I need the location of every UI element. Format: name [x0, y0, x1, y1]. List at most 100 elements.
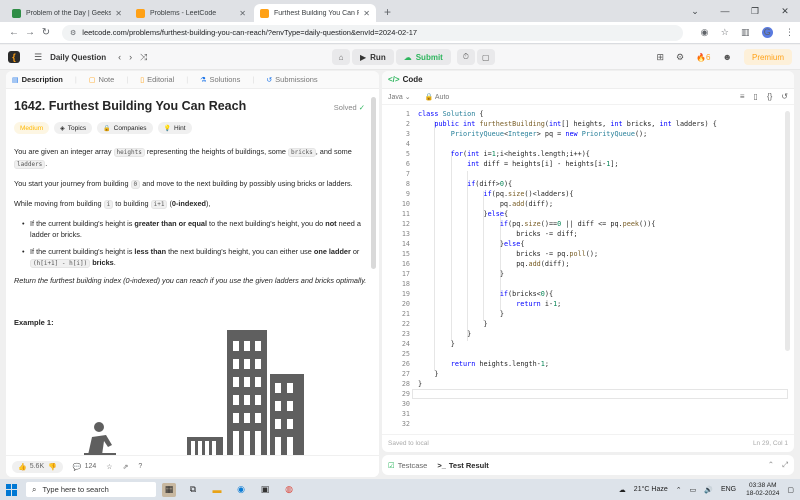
url-input[interactable]: ⚙ leetcode.com/problems/furthest-buildin…: [62, 24, 683, 41]
daily-question-link[interactable]: Daily Question: [50, 53, 106, 62]
problem-list-icon[interactable]: ☰: [34, 52, 42, 63]
code-line[interactable]: }else{: [418, 210, 508, 218]
tab-description[interactable]: ▤ Description: [12, 75, 63, 84]
code-line[interactable]: for(int i=1;i<heights.length;i++){: [418, 150, 590, 158]
close-icon[interactable]: ✕: [770, 6, 800, 17]
edge-icon[interactable]: ◉: [234, 483, 248, 497]
code-line[interactable]: if(diff>0){: [418, 180, 512, 188]
taskbar-search-input[interactable]: ⌕ Type here to search: [26, 482, 156, 497]
minimize-icon[interactable]: —: [710, 6, 740, 16]
debug-icon[interactable]: ⌂: [332, 49, 350, 65]
premium-button[interactable]: Premium: [743, 49, 792, 65]
news-widget-icon[interactable]: ▦: [162, 482, 176, 497]
share-icon[interactable]: ⇗: [123, 463, 129, 471]
layout-grid-icon[interactable]: ⊞: [656, 52, 664, 63]
editor-scrollbar[interactable]: [785, 111, 790, 351]
description-scrollbar[interactable]: [371, 97, 376, 269]
close-icon[interactable]: ✕: [239, 9, 246, 18]
topics-tag[interactable]: ◈ Topics: [54, 122, 93, 134]
new-tab-plus-icon[interactable]: +: [384, 5, 391, 19]
browser-tab-problems[interactable]: Problems - LeetCode ✕: [130, 4, 252, 22]
avatar[interactable]: G: [761, 27, 773, 38]
next-problem-icon[interactable]: ›: [129, 52, 132, 62]
notes-icon[interactable]: ▢: [476, 49, 495, 65]
tab-note[interactable]: ▢ Note: [89, 75, 114, 84]
prev-problem-icon[interactable]: ‹: [118, 52, 121, 62]
tab-solutions[interactable]: ⚗ Solutions: [200, 75, 240, 84]
code-line[interactable]: pq.add(diff);: [418, 260, 569, 268]
restore-icon[interactable]: ❐: [740, 6, 770, 17]
leetcode-logo-icon[interactable]: {: [8, 51, 20, 63]
code-editor[interactable]: 1 class Solution {2 public int furthestBu…: [382, 109, 794, 434]
code-line[interactable]: int diff = heights[i] - heights[i-1];: [418, 160, 618, 168]
streak-counter[interactable]: 🔥6: [696, 53, 710, 62]
code-line[interactable]: pq.add(diff);: [418, 200, 553, 208]
chrome-icon[interactable]: ◍: [282, 483, 296, 497]
tab-editorial[interactable]: ▯ Editorial: [140, 75, 174, 84]
back-arrow-icon[interactable]: ←: [6, 27, 22, 38]
page-title[interactable]: 1642. Furthest Building You Can Reach: [14, 99, 371, 113]
tab-submissions[interactable]: ↺ Submissions: [266, 75, 317, 84]
thumbs-down-icon[interactable]: 👎: [48, 463, 57, 471]
reload-icon[interactable]: ↻: [38, 27, 54, 38]
code-line[interactable]: return heights.length-1;: [418, 360, 549, 368]
code-line[interactable]: }: [418, 330, 471, 338]
task-view-icon[interactable]: ⧉: [186, 483, 200, 497]
submit-button[interactable]: ☁ Submit: [395, 49, 451, 65]
code-line[interactable]: }else{: [418, 240, 525, 248]
comments-button[interactable]: 💬 124: [73, 463, 96, 471]
run-button[interactable]: ▶ Run: [352, 49, 394, 65]
chevron-down-icon[interactable]: ⌄: [680, 6, 710, 17]
windows-start-icon[interactable]: [6, 483, 18, 496]
forward-arrow-icon[interactable]: →: [22, 27, 38, 38]
gear-icon[interactable]: ⚙: [676, 52, 684, 63]
code-line[interactable]: }: [418, 310, 504, 318]
menu-dots-icon[interactable]: ⋮: [785, 27, 794, 37]
code-line[interactable]: return i-1;: [418, 300, 561, 308]
sidebar-icon[interactable]: ▥: [741, 27, 750, 37]
close-icon[interactable]: ✕: [363, 9, 370, 18]
reset-icon[interactable]: ↺: [781, 92, 788, 101]
help-icon[interactable]: ?: [138, 463, 142, 470]
code-line[interactable]: class Solution {: [418, 110, 484, 118]
volume-icon[interactable]: 🔊: [704, 486, 713, 494]
code-line[interactable]: bricks -= pq.poll();: [418, 250, 598, 258]
browser-tab-furthest-building[interactable]: Furthest Building You Can Reach ✕: [254, 4, 376, 22]
like-button[interactable]: 👍 5.6K 👎: [12, 460, 63, 473]
close-icon[interactable]: ✕: [115, 9, 122, 18]
code-line[interactable]: if(pq.size()<ladders){: [418, 190, 573, 198]
language-select[interactable]: Java ⌄: [388, 93, 411, 101]
bookmark-icon[interactable]: ▯: [754, 92, 758, 101]
star-icon[interactable]: ☆: [106, 463, 112, 471]
chevron-up-icon[interactable]: ⌃: [768, 460, 774, 470]
site-info-icon[interactable]: ⚙: [70, 29, 76, 37]
network-icon[interactable]: ▭: [690, 486, 697, 494]
code-line[interactable]: if(pq.size()==0 || diff <= pq.peek()){: [418, 220, 656, 228]
code-line[interactable]: }: [418, 370, 438, 378]
star-icon[interactable]: ☆: [721, 27, 729, 37]
user-avatar-icon[interactable]: ☻: [723, 52, 732, 62]
code-line[interactable]: bricks -= diff;: [418, 230, 577, 238]
shuffle-icon[interactable]: ⤨: [140, 52, 147, 63]
braces-icon[interactable]: {}: [767, 92, 772, 101]
language-indicator[interactable]: ENG: [721, 486, 736, 493]
code-line[interactable]: public int furthestBuilding(int[] height…: [418, 120, 716, 128]
browser-tab-geeksforgeeks[interactable]: Problem of the Day | GeeksforG ✕: [6, 4, 128, 22]
code-line[interactable]: }: [418, 320, 487, 328]
code-line[interactable]: PriorityQueue<Integer> pq = new Priority…: [418, 130, 647, 138]
code-line[interactable]: if(bricks<0){: [418, 290, 553, 298]
clock[interactable]: 03:38 AM 18-02-2024: [746, 482, 779, 498]
code-line[interactable]: }: [418, 340, 455, 348]
format-icon[interactable]: ≡: [740, 92, 745, 101]
tab-test-result[interactable]: >_ Test Result: [437, 461, 488, 470]
companies-tag[interactable]: 🔒 Companies: [97, 122, 153, 134]
eye-off-icon[interactable]: ◉: [701, 27, 709, 37]
code-line[interactable]: }: [418, 380, 422, 388]
weather-text[interactable]: 21°C Haze: [634, 486, 668, 493]
store-icon[interactable]: ▣: [258, 483, 272, 497]
auto-mode[interactable]: 🔒 Auto: [425, 93, 450, 101]
notification-icon[interactable]: ▢: [787, 486, 794, 494]
tab-testcase[interactable]: ☑ Testcase: [388, 461, 427, 470]
hint-tag[interactable]: 💡 Hint: [157, 122, 192, 134]
timer-icon[interactable]: ⏱: [456, 49, 475, 65]
